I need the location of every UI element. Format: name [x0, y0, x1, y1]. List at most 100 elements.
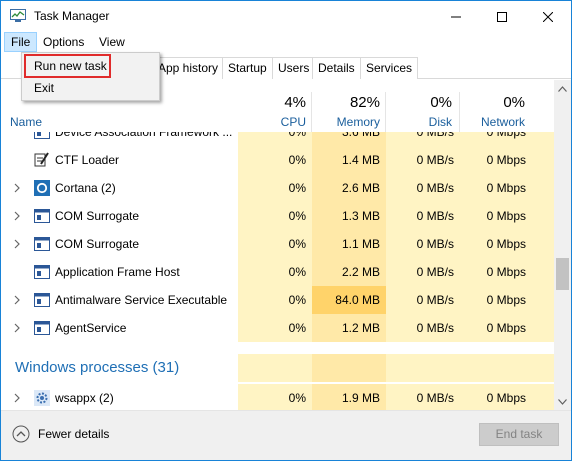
chevron-up-icon: [558, 85, 567, 92]
scroll-down-button[interactable]: [554, 393, 571, 410]
disk-value: 0 MB/s: [416, 132, 454, 139]
network-value: 0 Mbps: [486, 237, 526, 251]
disk-value: 0 MB/s: [416, 265, 454, 279]
cpu-cell-bg: [238, 354, 312, 382]
minimize-icon: [451, 16, 461, 17]
process-row[interactable]: CTF Loader 0% 1.4 MB 0 MB/s 0 Mbps: [1, 146, 554, 174]
network-value: 0 Mbps: [486, 265, 526, 279]
disk-value: 0 MB/s: [416, 209, 454, 223]
scroll-up-button[interactable]: [554, 80, 571, 97]
process-name: Cortana (2): [55, 181, 116, 195]
process-icon: [34, 132, 50, 139]
memory-value: 84.0 MB: [335, 293, 380, 307]
network-column-header[interactable]: Network: [460, 115, 525, 129]
vertical-scrollbar[interactable]: [554, 80, 571, 410]
chevron-circle-up-icon[interactable]: [12, 425, 30, 443]
cpu-value: 0%: [288, 153, 306, 167]
menu-options[interactable]: Options: [37, 32, 90, 52]
menu-bar: File Options View: [1, 32, 571, 52]
expand-chevron-icon[interactable]: [12, 211, 22, 221]
process-name: wsappx (2): [55, 391, 114, 405]
process-row[interactable]: wsappx (2) 0% 1.9 MB 0 MB/s 0 Mbps: [1, 384, 554, 410]
process-row[interactable]: Cortana (2) 0% 2.6 MB 0 MB/s 0 Mbps: [1, 174, 554, 202]
task-manager-app-icon: [10, 9, 26, 22]
minimize-button[interactable]: [433, 1, 479, 32]
cpu-value: 0%: [288, 132, 306, 139]
memory-value: 3.6 MB: [341, 132, 380, 139]
window-title: Task Manager: [34, 9, 110, 23]
network-value: 0 Mbps: [486, 293, 526, 307]
memory-value: 2.6 MB: [341, 181, 380, 195]
disk-value: 0 MB/s: [416, 293, 454, 307]
scroll-thumb[interactable]: [556, 258, 569, 290]
memory-value: 1.2 MB: [341, 321, 380, 335]
expand-chevron-icon[interactable]: [12, 183, 22, 193]
expand-chevron-icon[interactable]: [12, 295, 22, 305]
process-icon: [34, 293, 50, 307]
network-value: 0 Mbps: [486, 181, 526, 195]
process-row[interactable]: Antimalware Service Executable 0% 84.0 MB 0…: [1, 286, 554, 314]
cpu-value: 0%: [288, 321, 306, 335]
chevron-down-icon: [558, 398, 567, 405]
ctf-loader-icon: [34, 152, 49, 167]
disk-value: 0 MB/s: [416, 321, 454, 335]
process-name: Antimalware Service Executable: [55, 293, 228, 307]
process-row[interactable]: Device Association Framework ... 0% 3.6 MB…: [1, 132, 554, 146]
tab-users[interactable]: Users: [272, 57, 316, 79]
expand-chevron-icon[interactable]: [12, 239, 22, 249]
memory-value: 1.1 MB: [341, 237, 380, 251]
tab-services[interactable]: Services: [360, 57, 419, 79]
process-name: CTF Loader: [55, 153, 120, 167]
memory-value: 1.3 MB: [341, 209, 380, 223]
network-value: 0 Mbps: [486, 153, 526, 167]
gear-icon: [34, 390, 50, 406]
expand-chevron-icon[interactable]: [12, 393, 22, 403]
process-name: COM Surrogate: [55, 209, 140, 223]
cpu-column-header[interactable]: CPU: [238, 115, 306, 129]
disk-percent: 0%: [430, 94, 452, 111]
memory-column-header[interactable]: Memory: [312, 115, 380, 129]
disk-cell-bg: [386, 354, 460, 382]
memory-value: 1.9 MB: [341, 391, 380, 405]
maximize-button[interactable]: [479, 1, 525, 32]
cpu-percent: 4%: [284, 94, 306, 111]
name-column-header[interactable]: Name: [10, 115, 42, 129]
title-bar: Task Manager: [1, 1, 571, 32]
disk-value: 0 MB/s: [416, 181, 454, 195]
process-list: Device Association Framework ... 0% 3.6 MB…: [1, 132, 554, 410]
disk-value: 0 MB/s: [416, 237, 454, 251]
menu-view[interactable]: View: [93, 32, 131, 52]
disk-value: 0 MB/s: [416, 153, 454, 167]
process-name: Application Frame Host: [55, 265, 180, 279]
exit-menu-item[interactable]: Exit: [22, 77, 159, 99]
group-header-row: Windows processes (31): [1, 354, 554, 382]
task-manager-window: Task Manager File Options View App histo…: [0, 0, 572, 461]
network-value: 0 Mbps: [486, 321, 526, 335]
fewer-details-link[interactable]: Fewer details: [38, 427, 109, 441]
process-row[interactable]: Application Frame Host 0% 2.2 MB 0 MB/s 0 Mb…: [1, 258, 554, 286]
network-value: 0 Mbps: [486, 132, 526, 139]
footer-bar: Fewer details End task: [1, 410, 571, 460]
cpu-value: 0%: [288, 293, 306, 307]
process-row[interactable]: COM Surrogate 0% 1.1 MB 0 MB/s 0 Mbps: [1, 230, 554, 258]
cpu-value: 0%: [288, 237, 306, 251]
disk-value: 0 MB/s: [416, 391, 454, 405]
cpu-value: 0%: [288, 181, 306, 195]
process-row[interactable]: AgentService 0% 1.2 MB 0 MB/s 0 Mbps: [1, 314, 554, 342]
network-value: 0 Mbps: [486, 391, 526, 405]
cortana-icon: [34, 180, 50, 196]
end-task-button[interactable]: End task: [479, 423, 559, 446]
expand-chevron-icon[interactable]: [12, 323, 22, 333]
tab-app-history[interactable]: App history: [152, 57, 225, 79]
process-name: COM Surrogate: [55, 237, 140, 251]
tab-details[interactable]: Details: [312, 57, 361, 79]
maximize-icon: [497, 11, 507, 22]
close-icon: [543, 11, 553, 22]
disk-column-header[interactable]: Disk: [386, 115, 452, 129]
tab-startup[interactable]: Startup: [222, 57, 273, 79]
annotation-highlight-box: [24, 54, 111, 78]
menu-file[interactable]: File: [4, 32, 38, 52]
memory-percent: 82%: [349, 94, 380, 111]
close-button[interactable]: [525, 1, 571, 32]
process-row[interactable]: COM Surrogate 0% 1.3 MB 0 MB/s 0 Mbps: [1, 202, 554, 230]
